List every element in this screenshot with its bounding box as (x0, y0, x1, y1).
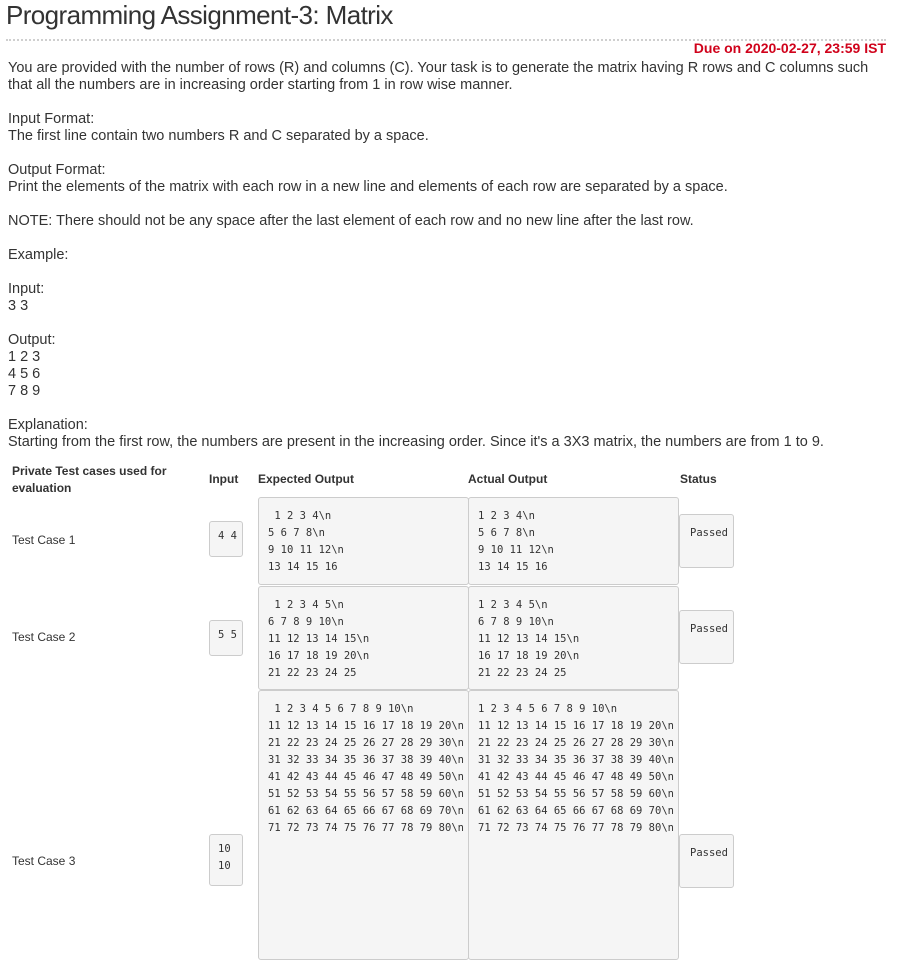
test-case-label: Test Case 3 (12, 854, 76, 868)
input-format-heading: Input Format: (8, 111, 95, 127)
header-status: Status (680, 472, 717, 486)
input-format: Input Format: The first line contain two… (8, 111, 429, 145)
example-heading: Example: (8, 247, 69, 263)
note: NOTE: There should not be any space afte… (8, 213, 694, 229)
actual-output-cell: 1 2 3 4\n 5 6 7 8\n 9 10 11 12\n 13 14 1… (468, 497, 679, 585)
test-input-cell: 4 4 (209, 521, 243, 557)
test-case-label: Test Case 2 (12, 630, 76, 644)
example-input: Input: 3 3 (8, 281, 44, 315)
expected-output-cell: 1 2 3 4 5 6 7 8 9 10\n 11 12 13 14 15 16… (258, 690, 469, 960)
page-title: Programming Assignment-3: Matrix (6, 0, 393, 30)
input-format-text: The first line contain two numbers R and… (8, 128, 429, 144)
status-badge: Passed (679, 514, 734, 568)
header-expected-output: Expected Output (258, 472, 355, 486)
expected-output-cell: 1 2 3 4 5\n 6 7 8 9 10\n 11 12 13 14 15\… (258, 586, 469, 690)
header-actual-output: Actual Output (468, 472, 548, 486)
actual-output-cell: 1 2 3 4 5\n 6 7 8 9 10\n 11 12 13 14 15\… (468, 586, 679, 690)
output-format-text: Print the elements of the matrix with ea… (8, 179, 728, 195)
status-badge: Passed (679, 610, 734, 664)
example-output: Output: 1 2 3 4 5 6 7 8 9 (8, 332, 56, 400)
actual-output-cell: 1 2 3 4 5 6 7 8 9 10\n 11 12 13 14 15 16… (468, 690, 679, 960)
example-output-line: 1 2 3 (8, 349, 41, 365)
output-format-heading: Output Format: (8, 162, 106, 178)
header-input: Input (209, 472, 239, 486)
example-output-heading: Output: (8, 332, 56, 348)
explanation: Explanation: Starting from the first row… (8, 417, 908, 451)
explanation-heading: Explanation: (8, 417, 88, 433)
header-private-tests: Private Test cases used for evaluation (12, 464, 167, 495)
explanation-text: Starting from the first row, the numbers… (8, 434, 824, 450)
problem-intro: You are provided with the number of rows… (8, 60, 869, 93)
test-input-cell: 5 5 (209, 620, 243, 656)
output-format: Output Format: Print the elements of the… (8, 162, 728, 196)
example-input-heading: Input: (8, 281, 45, 297)
expected-output-cell: 1 2 3 4\n 5 6 7 8\n 9 10 11 12\n 13 14 1… (258, 497, 469, 585)
due-date: Due on 2020-02-27, 23:59 IST (693, 40, 886, 56)
test-input-cell: 10 10 (209, 834, 243, 886)
example-input-value: 3 3 (8, 298, 29, 314)
example-output-line: 4 5 6 (8, 366, 41, 382)
test-case-label: Test Case 1 (12, 533, 76, 547)
status-badge: Passed (679, 834, 734, 888)
example-output-line: 7 8 9 (8, 383, 41, 399)
